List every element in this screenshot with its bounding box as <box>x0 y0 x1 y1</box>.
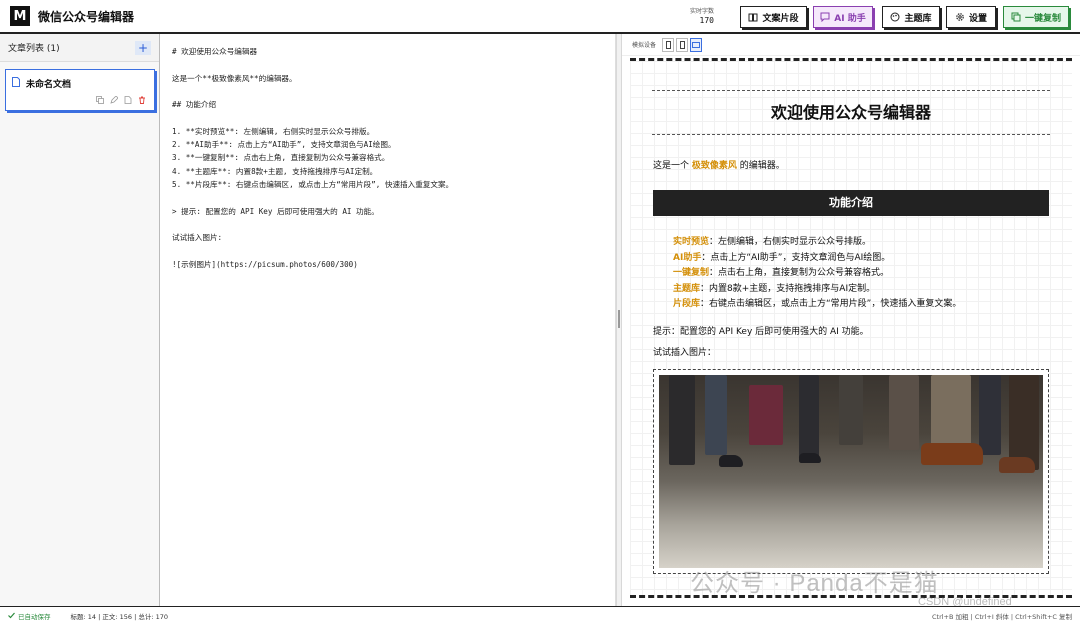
check-icon <box>8 612 15 619</box>
feature-key: 片段库 <box>673 299 701 309</box>
ai-assistant-button[interactable]: AI 助手 <box>813 6 873 28</box>
preview-intro: 这是一个 极致像素风 的编辑器。 <box>653 158 785 171</box>
intro-text: 这是一个 <box>653 161 692 171</box>
markdown-editor[interactable]: # 欢迎使用公众号编辑器 这是一个**极致像素风**的编辑器。 ## 功能介绍 … <box>160 34 616 606</box>
feature-key: 一键复制 <box>673 268 710 278</box>
feature-text: ：右键点击编辑区，或点击上方“常用片段”，快速插入重复文案。 <box>700 299 962 309</box>
word-count-value: 170 <box>699 16 714 25</box>
tablet-icon <box>679 40 685 49</box>
app-title: 微信公众号编辑器 <box>38 9 135 24</box>
autosave-label: 已自动保存 <box>18 612 51 621</box>
duplicate-icon[interactable] <box>96 96 104 104</box>
feature-key: AI助手 <box>673 252 702 263</box>
export-icon[interactable] <box>124 96 132 104</box>
feature-text: ：点击上方“AI助手”，支持文章润色与AI绘图。 <box>701 252 891 263</box>
top-toolbar: M 微信公众号编辑器 实时字数 170 文案片段 AI 助手 主题库 设置 一键… <box>0 0 1080 34</box>
settings-button[interactable]: 设置 <box>946 6 996 28</box>
preview-image-frame <box>653 369 1049 574</box>
preview-heading-1: 欢迎使用公众号编辑器 <box>652 90 1050 135</box>
delete-icon[interactable] <box>138 96 146 104</box>
app-logo: M <box>10 6 30 26</box>
word-count: 实时字数 170 <box>680 7 714 25</box>
device-desktop-button[interactable] <box>690 37 703 52</box>
copy-all-button[interactable]: 一键复制 <box>1003 6 1069 28</box>
book-icon <box>748 13 758 22</box>
add-article-button[interactable]: + <box>135 40 151 55</box>
app-window: M 微信公众号编辑器 实时字数 170 文案片段 AI 助手 主题库 设置 一键… <box>0 0 1080 624</box>
shortcut-hints: Ctrl+B 加粗 | Ctrl+I 斜体 | Ctrl+Shift+C 复制 <box>931 612 1072 621</box>
article-name: 未命名文档 <box>26 80 72 90</box>
preview-article: 欢迎使用公众号编辑器 这是一个 极致像素风 的编辑器。 功能介绍 实时预览：左侧… <box>630 58 1072 598</box>
sidebar-header: 文章列表 (1) + <box>0 34 159 62</box>
phone-icon <box>665 40 671 49</box>
preview-tip: 提示：配置您的 API Key 后即可使用强大的 AI 功能。 <box>653 327 869 337</box>
feature-key: 主题库 <box>673 283 701 294</box>
ai-assistant-button-label: AI 助手 <box>834 13 866 24</box>
feature-text: ：内置8款+主题，支持拖拽排序与AI定制。 <box>700 283 876 294</box>
feature-text: ：点击右上角，直接复制为公众号兼容格式。 <box>709 268 890 278</box>
device-tablet-button[interactable] <box>676 37 689 52</box>
word-count-label: 实时字数 <box>689 8 714 15</box>
autosave-status: 已自动保存 <box>8 611 51 621</box>
theme-library-button[interactable]: 主题库 <box>882 6 940 28</box>
intro-highlight: 极致像素风 <box>691 161 737 171</box>
article-list-item[interactable]: 未命名文档 <box>5 69 155 111</box>
article-actions <box>96 96 146 104</box>
preview-try-image: 试试插入图片： <box>653 348 717 358</box>
snippets-button[interactable]: 文案片段 <box>740 6 807 28</box>
article-list-title: 文章列表 (1) <box>8 44 60 54</box>
list-item: AI助手：点击上方“AI助手”，支持文章润色与AI绘图。 <box>673 251 961 267</box>
snippets-button-label: 文案片段 <box>762 13 799 24</box>
list-item: 实时预览：左侧编辑，右侧实时显示公众号排版。 <box>673 235 961 251</box>
monitor-icon <box>692 41 701 48</box>
document-icon <box>12 77 20 87</box>
settings-button-label: 设置 <box>968 13 987 24</box>
gear-icon <box>956 13 964 21</box>
preview-heading-2: 功能介绍 <box>653 190 1049 216</box>
preview-pane: 模拟设备 欢迎使用公众号编辑器 这是一个 极致像素风 的编辑器。 功能介绍 实时… <box>622 34 1080 606</box>
intro-text-end: 的编辑器。 <box>736 161 785 171</box>
word-stats: 标题: 14 | 正文: 156 | 总计: 170 <box>70 612 169 621</box>
preview-toolbar: 模拟设备 <box>622 34 1080 56</box>
feature-text: ：左侧编辑，右侧实时显示公众号排版。 <box>709 237 872 247</box>
article-sidebar: 文章列表 (1) + 未命名文档 <box>0 34 160 606</box>
palette-icon <box>890 12 900 22</box>
edit-icon[interactable] <box>110 96 118 104</box>
chat-icon <box>820 12 830 22</box>
editor-content[interactable]: # 欢迎使用公众号编辑器 这是一个**极致像素风**的编辑器。 ## 功能介绍 … <box>172 45 453 271</box>
sample-photo <box>659 375 1043 568</box>
list-item: 一键复制：点击右上角，直接复制为公众号兼容格式。 <box>673 266 961 282</box>
device-phone-button[interactable] <box>662 37 675 52</box>
resizer-grip[interactable] <box>618 310 620 328</box>
preview-feature-list: 实时预览：左侧编辑，右侧实时显示公众号排版。 AI助手：点击上方“AI助手”，支… <box>673 235 961 313</box>
watermark-main: 公众号 · Panda不是猫 <box>690 570 939 597</box>
list-item: 主题库：内置8款+主题，支持拖拽排序与AI定制。 <box>673 282 961 298</box>
device-label: 模拟设备 <box>632 42 657 49</box>
feature-key: 实时预览 <box>673 237 710 247</box>
copy-all-button-label: 一键复制 <box>1024 13 1061 24</box>
status-bar: 已自动保存 标题: 14 | 正文: 156 | 总计: 170 Ctrl+B … <box>0 606 1080 624</box>
list-item: 片段库：右键点击编辑区，或点击上方“常用片段”，快速插入重复文案。 <box>673 297 961 313</box>
theme-library-button-label: 主题库 <box>904 13 932 24</box>
copy-icon <box>1011 12 1021 22</box>
